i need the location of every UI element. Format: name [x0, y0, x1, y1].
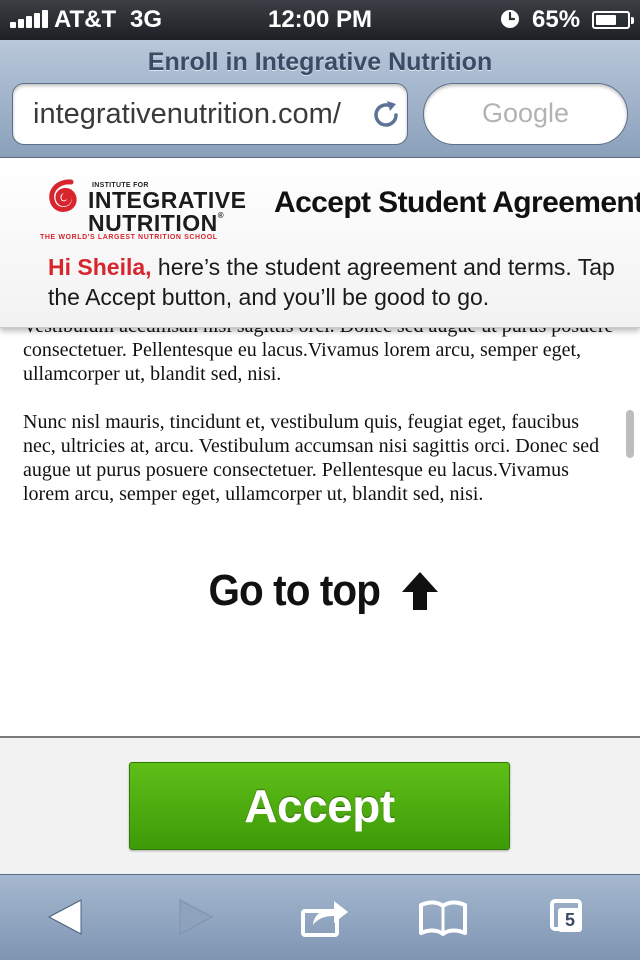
scrollbar[interactable] [626, 410, 634, 458]
url-field[interactable]: integrativenutrition.com/ [12, 83, 408, 145]
alarm-clock-icon [501, 10, 519, 28]
logo-line1: INTEGRATIVE [88, 187, 247, 213]
battery-icon [592, 11, 634, 29]
iin-logo[interactable]: INSTITUTE FOR INTEGRATIVE NUTRITION® THE… [38, 170, 248, 241]
go-to-top-label: Go to top [208, 566, 380, 615]
url-text: integrativenutrition.com/ [33, 98, 341, 130]
tabs-count: 5 [558, 908, 582, 932]
tabs-icon[interactable]: 5 [548, 895, 598, 939]
search-field[interactable]: Google [423, 83, 628, 145]
swirl-logo-icon [49, 179, 77, 212]
forward-arrow-icon[interactable] [172, 895, 222, 939]
header-title: Accept Student Agreement [274, 186, 640, 219]
reload-icon[interactable] [369, 98, 403, 132]
search-placeholder: Google [481, 98, 570, 128]
page-title: Enroll in Integrative Nutrition [147, 48, 493, 76]
agreement-paragraph: Nunc nisl mauris, tincidunt et, vestibul… [23, 411, 600, 505]
share-icon[interactable] [300, 895, 350, 939]
back-arrow-icon[interactable] [45, 895, 95, 939]
bookmarks-icon[interactable] [418, 895, 468, 939]
greeting-message: Hi Sheila, here’s the student agreement … [48, 252, 628, 312]
accept-bar: Accept [0, 736, 640, 874]
browser-toolbar: 5 [0, 874, 640, 960]
status-bar: AT&T 3G 12:00 PM 65% [0, 0, 640, 40]
sticky-header: INSTITUTE FOR INTEGRATIVE NUTRITION® THE… [0, 158, 640, 328]
up-arrow-icon [402, 572, 439, 610]
greeting-name: Hi Sheila, [48, 254, 152, 280]
battery-percentage: 65% [532, 6, 581, 33]
agreement-content[interactable]: Vestibulum accumsan nisi sagittis orci. … [0, 296, 640, 736]
accept-button[interactable]: Accept [129, 762, 510, 850]
logo-line2: NUTRITION® [88, 210, 225, 236]
browser-address-bar: Enroll in Integrative Nutrition integrat… [0, 40, 640, 158]
logo-tagline: THE WORLD'S LARGEST NUTRITION SCHOOL [40, 234, 218, 241]
go-to-top-link[interactable]: Go to top [201, 566, 440, 616]
